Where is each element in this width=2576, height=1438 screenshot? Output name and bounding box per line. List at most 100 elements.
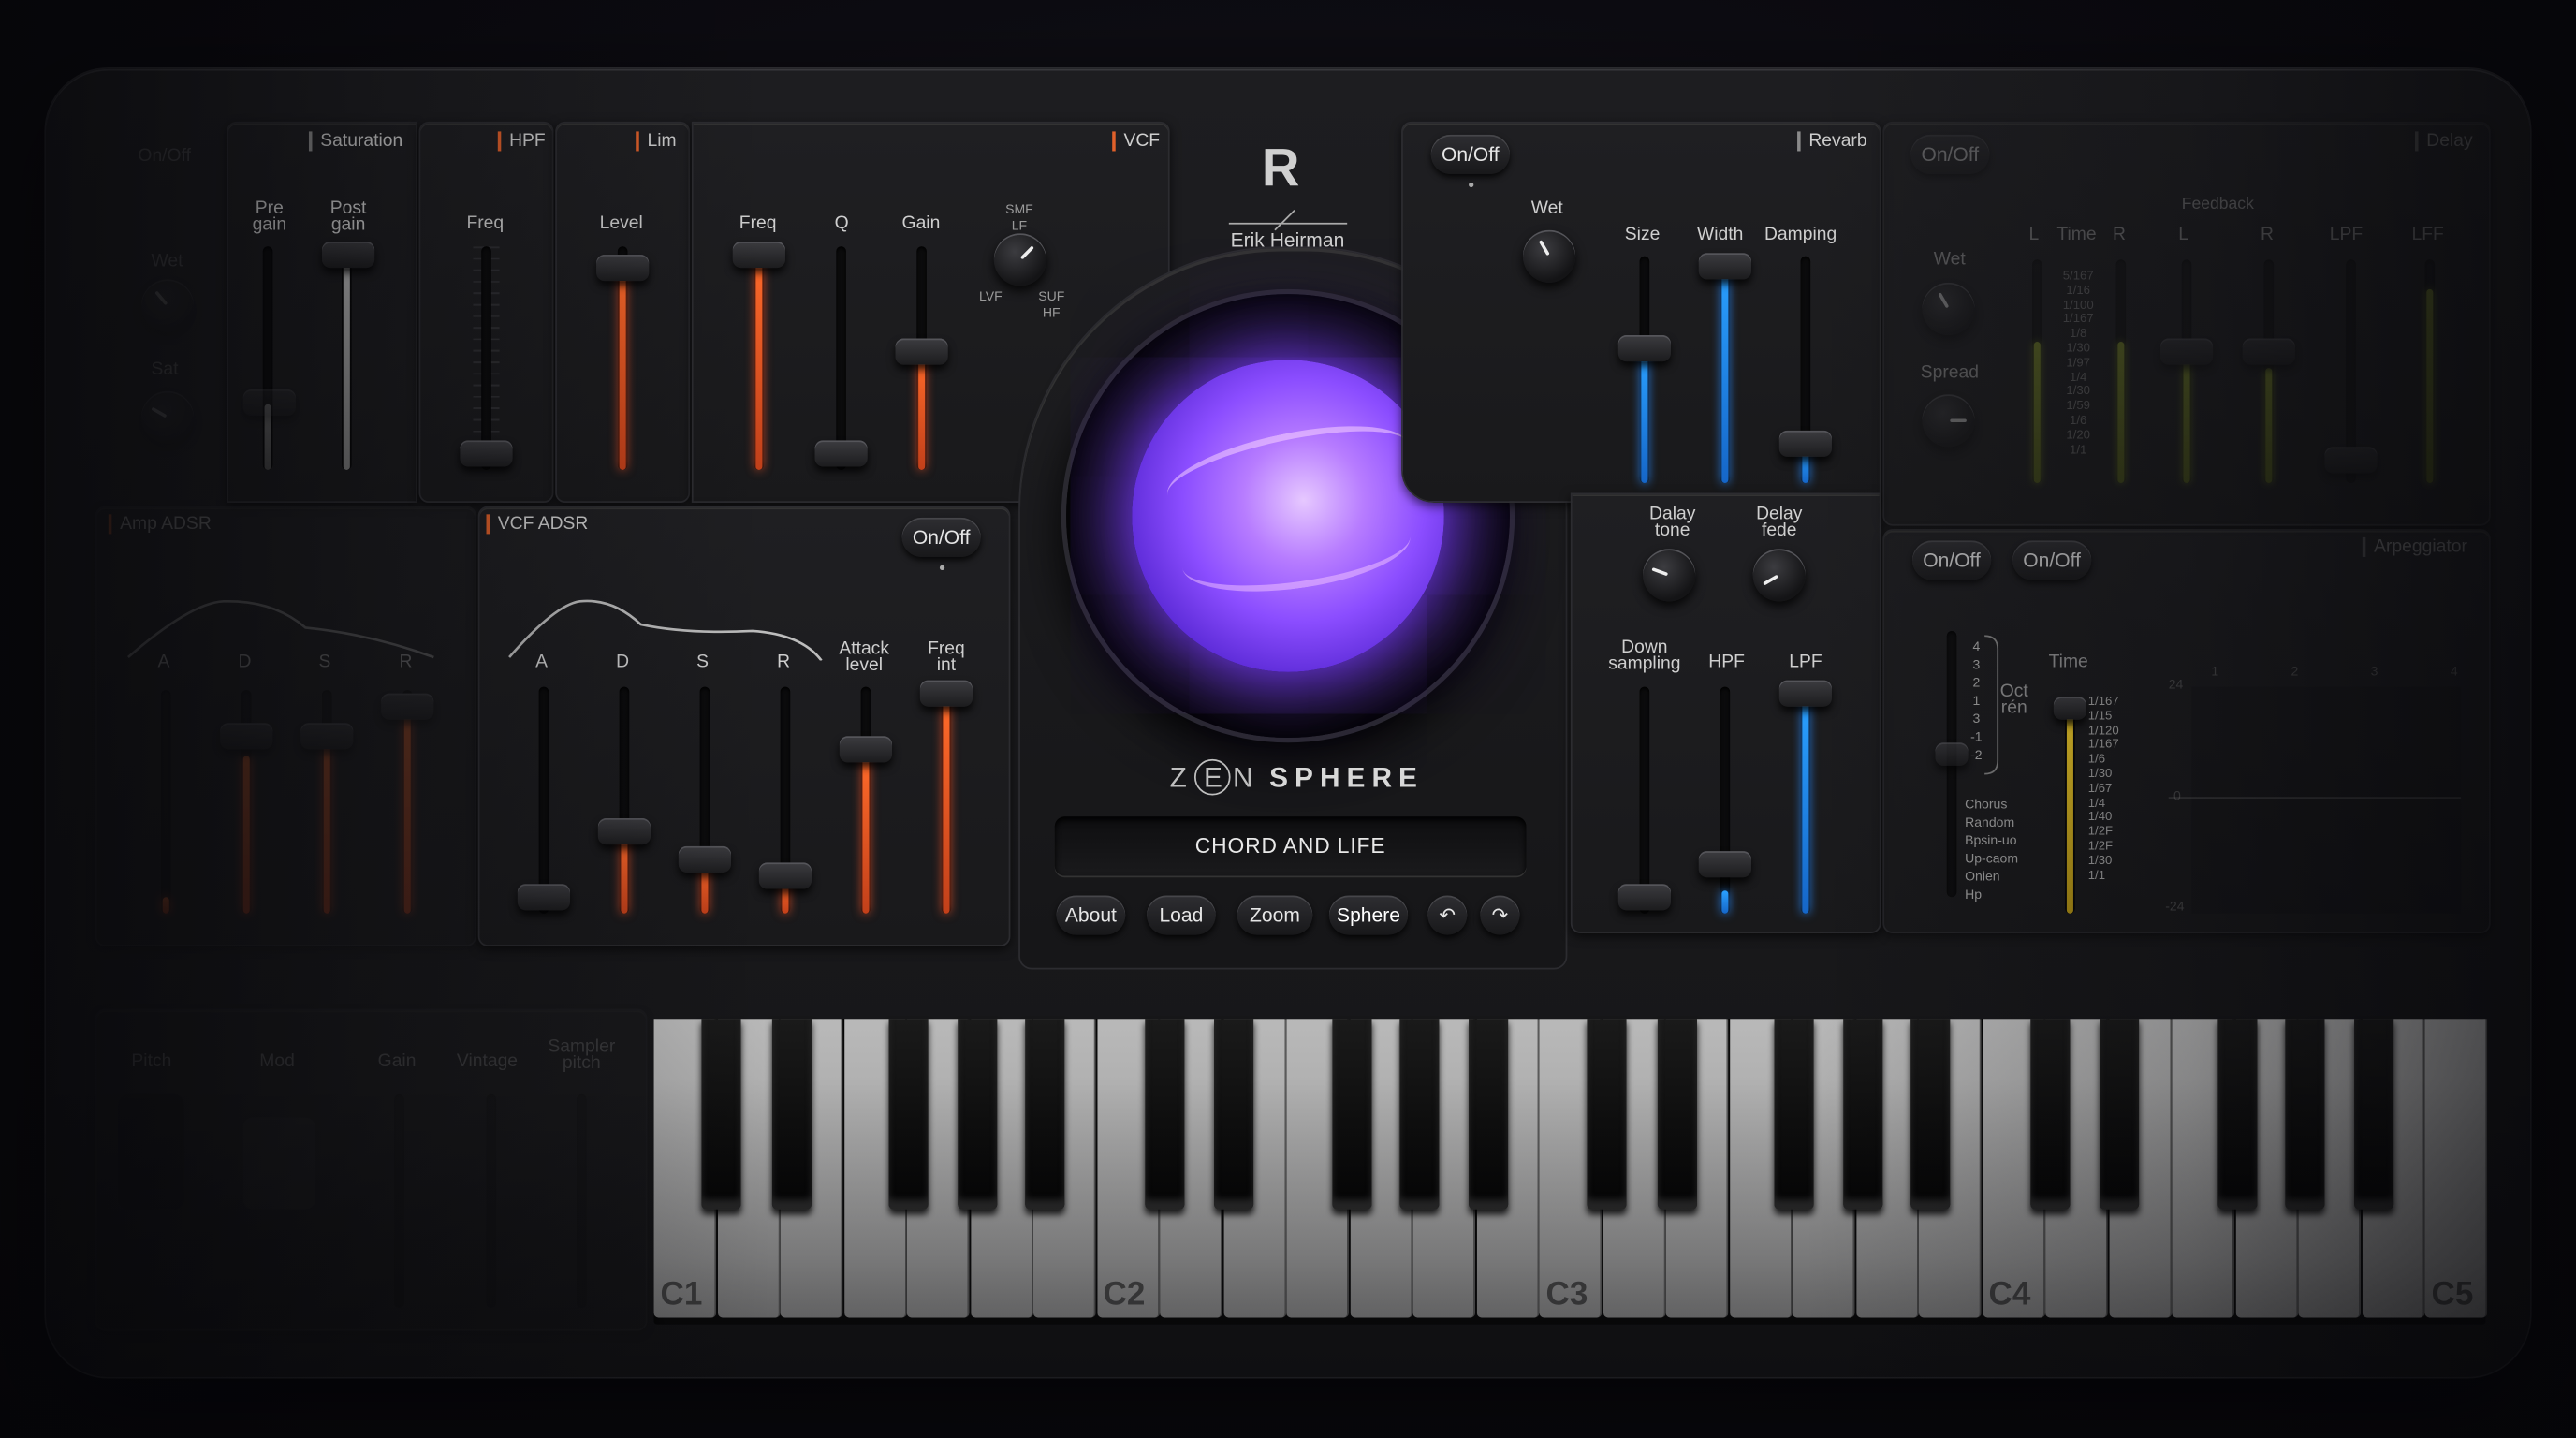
arp-mode-option[interactable]: Hp <box>1965 886 2018 903</box>
arp-time-option[interactable]: 1/30 <box>2088 853 2131 868</box>
piano-keyboard[interactable]: C1 C2 C3 C4 C5 <box>653 1019 2488 1325</box>
vcf-freq-int-slider[interactable] <box>941 686 952 914</box>
black-key[interactable] <box>2353 1019 2393 1210</box>
vcf-q-slider[interactable] <box>836 246 846 470</box>
black-key[interactable] <box>1587 1019 1627 1210</box>
feedback-l-handle[interactable] <box>2159 338 2214 365</box>
arp-mode-option[interactable]: Onien <box>1965 868 2018 886</box>
arp-mode-option[interactable]: Random <box>1965 814 2018 831</box>
mod-wheel[interactable] <box>242 1117 315 1210</box>
arp-mode-option[interactable]: Up-caom <box>1965 849 2018 867</box>
vcf-freq-slider[interactable] <box>754 246 765 470</box>
reverb-wet-knob[interactable] <box>1522 229 1576 283</box>
vcf-freq-handle[interactable] <box>732 241 785 269</box>
reverb-size-slider[interactable] <box>1639 256 1650 483</box>
load-button[interactable]: Load <box>1147 895 1216 935</box>
sphere-button[interactable]: Sphere <box>1328 895 1409 935</box>
arp-onoff-button-2[interactable]: On/Off <box>2012 540 2092 580</box>
black-key[interactable] <box>2029 1019 2070 1210</box>
vcf-attack-level-handle[interactable] <box>839 736 893 763</box>
vcf-gain-handle[interactable] <box>895 338 948 365</box>
delay-time-option[interactable]: 1/97 <box>2054 355 2103 370</box>
delay-time-option[interactable]: 1/20 <box>2054 427 2103 443</box>
delay-time-option[interactable]: 1/16 <box>2054 283 2103 298</box>
arp-time-option[interactable]: 1/1 <box>2088 867 2131 883</box>
reverb-width-handle[interactable] <box>1698 253 1751 280</box>
hpf-freq-slider[interactable] <box>481 246 491 470</box>
amp-a-slider[interactable] <box>160 690 171 914</box>
arp-time-option[interactable]: 1/67 <box>2088 781 2131 796</box>
black-key[interactable] <box>1910 1019 1951 1210</box>
arp-oct-handle[interactable] <box>1935 742 1969 766</box>
black-key[interactable] <box>1331 1019 1371 1210</box>
arp-onoff-button-1[interactable]: On/Off <box>1911 540 1992 580</box>
reverb-damping-handle[interactable] <box>1778 430 1832 457</box>
arp-time-slider[interactable] <box>2065 703 2075 914</box>
vcf-attack-level-slider[interactable] <box>860 686 871 914</box>
hpf-freq-handle[interactable] <box>460 440 513 467</box>
reverb-onoff-button[interactable]: On/Off <box>1430 134 1510 175</box>
sampler-pitch-slider[interactable] <box>577 1093 587 1309</box>
delay-onoff-button[interactable]: On/Off <box>1910 134 1990 175</box>
preset-display[interactable]: CHORD AND LIFE <box>1054 816 1527 876</box>
spread-knob[interactable] <box>1922 394 1975 448</box>
black-key[interactable] <box>701 1019 741 1210</box>
vcf-d-handle[interactable] <box>597 818 651 845</box>
amp-s-handle[interactable] <box>300 723 354 750</box>
white-key[interactable] <box>2424 1019 2488 1318</box>
arp-time-handle[interactable] <box>2053 697 2086 720</box>
vcf-s-handle[interactable] <box>678 845 732 873</box>
black-key[interactable] <box>1657 1019 1697 1210</box>
vcf-r-handle[interactable] <box>758 862 812 889</box>
down-sampling-handle[interactable] <box>1617 884 1671 911</box>
black-key[interactable] <box>1144 1019 1184 1210</box>
reverb-lpf-handle[interactable] <box>1778 680 1832 707</box>
pre-gain-slider[interactable] <box>262 246 273 470</box>
black-key[interactable] <box>888 1019 929 1210</box>
delay-time-option[interactable]: 1/1 <box>2054 442 2103 457</box>
arp-mode-option[interactable]: Chorus <box>1965 795 2018 813</box>
black-key[interactable] <box>1774 1019 1814 1210</box>
plasma-orb[interactable] <box>1132 360 1444 672</box>
arp-mode-option[interactable]: Bpsin-uo <box>1965 831 2018 849</box>
delay-l-slider[interactable] <box>2032 259 2042 483</box>
vcf-adsr-onoff-button[interactable]: On/Off <box>901 517 981 557</box>
drive-onoff-label[interactable]: On/Off <box>138 147 191 165</box>
black-key[interactable] <box>771 1019 812 1210</box>
reverb-hpf-slider[interactable] <box>1720 686 1731 914</box>
lim-level-handle[interactable] <box>596 255 650 282</box>
vcf-a-handle[interactable] <box>517 884 571 911</box>
perf-gain-slider[interactable] <box>394 1093 404 1309</box>
delay-lpf-handle[interactable] <box>2324 447 2378 474</box>
vcf-a-slider[interactable] <box>538 686 549 914</box>
vintage-slider[interactable] <box>486 1093 497 1309</box>
down-sampling-slider[interactable] <box>1639 686 1650 914</box>
black-key[interactable] <box>1468 1019 1508 1210</box>
black-key[interactable] <box>957 1019 997 1210</box>
delay-time-list[interactable]: 5/167 1/16 1/100 1/167 1/8 1/30 1/97 1/4 1/30 1/5… <box>2054 268 2103 458</box>
black-key[interactable] <box>1025 1019 1065 1210</box>
reverb-lpf-slider[interactable] <box>1800 686 1811 914</box>
delay-wet-knob[interactable] <box>1922 282 1975 336</box>
reverb-hpf-handle[interactable] <box>1698 851 1751 878</box>
zoom-button[interactable]: Zoom <box>1237 895 1313 935</box>
delay-r-slider[interactable] <box>2115 259 2127 483</box>
pre-gain-handle[interactable] <box>242 389 296 417</box>
black-key[interactable] <box>1399 1019 1440 1210</box>
amp-r-handle[interactable] <box>381 693 434 720</box>
arp-mode-list[interactable]: Chorus Random Bpsin-uo Up-caom Onien Hp <box>1965 795 2018 903</box>
reverb-size-handle[interactable] <box>1617 335 1671 362</box>
undo-button[interactable]: ↶ <box>1427 895 1468 935</box>
arp-step-grid[interactable] <box>2191 686 2462 914</box>
redo-button[interactable]: ↷ <box>1480 895 1520 935</box>
amp-r-slider[interactable] <box>402 690 413 914</box>
drive-wet-knob[interactable] <box>140 279 195 332</box>
arp-time-option[interactable]: 1/15 <box>2088 708 2131 724</box>
delay-fede-knob[interactable] <box>1752 549 1806 602</box>
amp-d-handle[interactable] <box>220 723 273 750</box>
black-key[interactable] <box>1214 1019 1254 1210</box>
post-gain-slider[interactable] <box>342 246 352 470</box>
black-key[interactable] <box>2217 1019 2257 1210</box>
delay-tone-knob[interactable] <box>1643 549 1696 602</box>
vcf-d-slider[interactable] <box>619 686 630 914</box>
